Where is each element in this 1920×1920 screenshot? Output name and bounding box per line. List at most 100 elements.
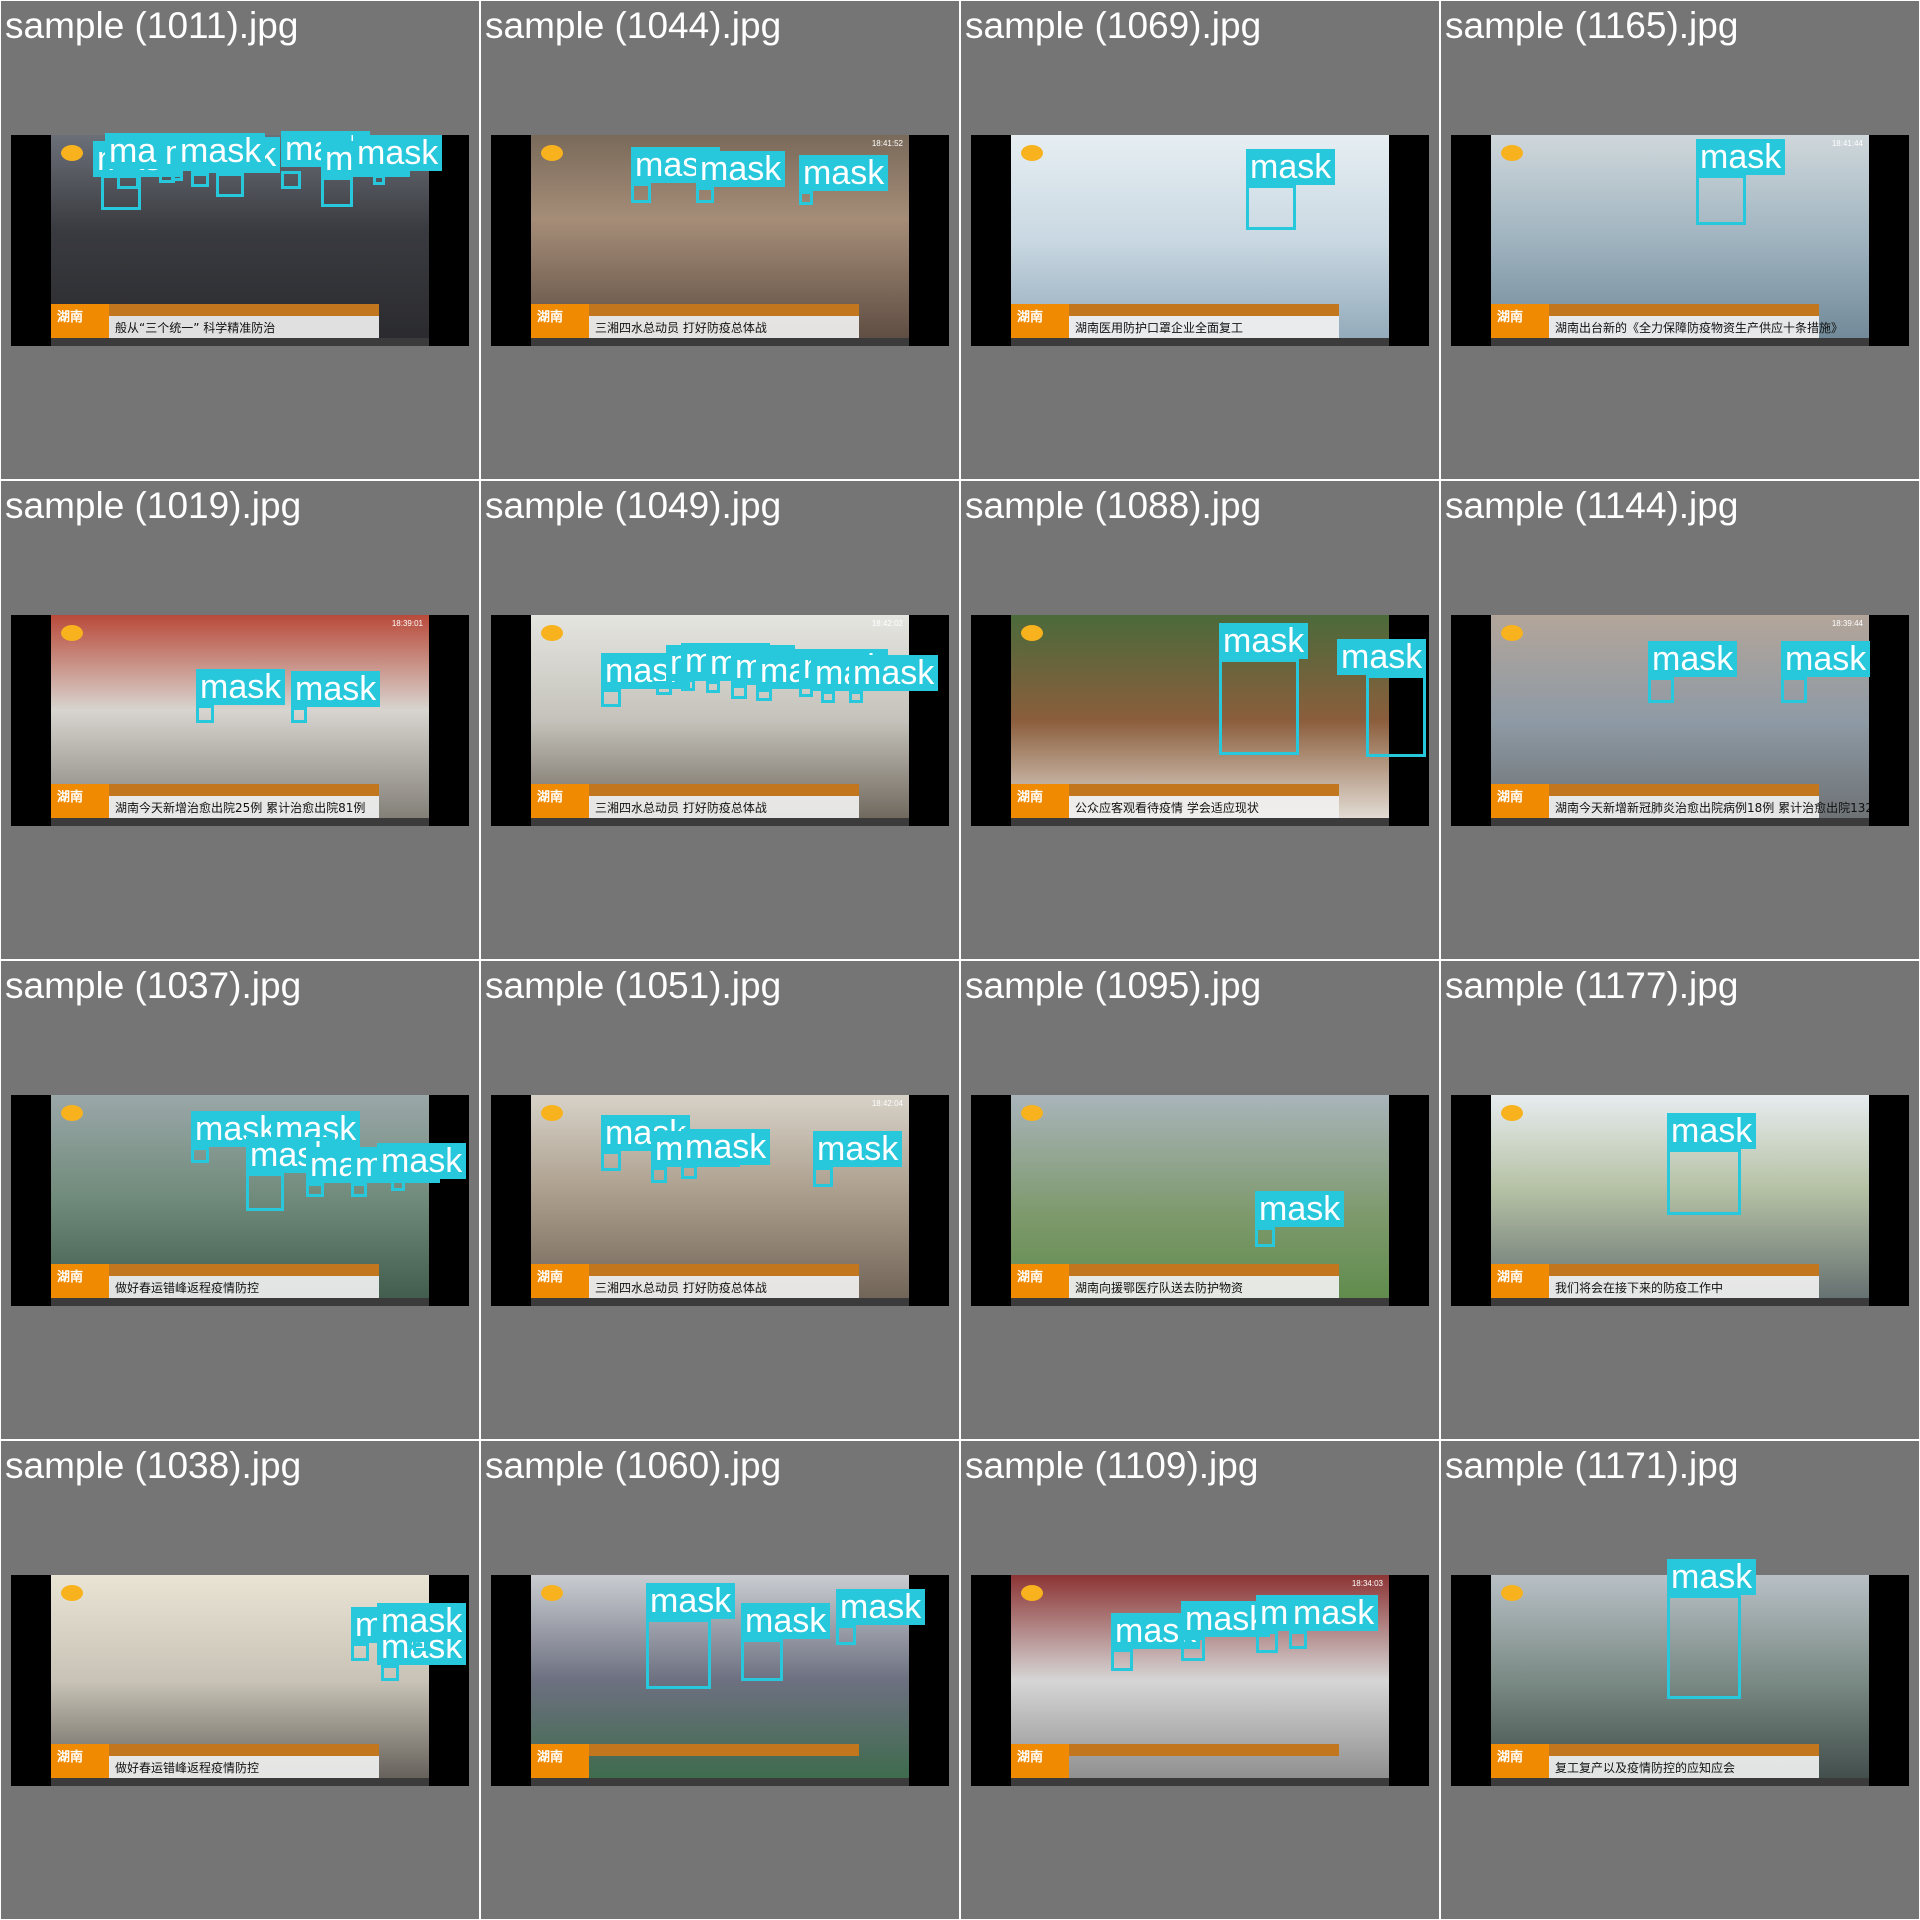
channel-logo-icon: [1021, 145, 1043, 161]
news-tag-label: 湖南: [537, 1270, 564, 1285]
news-tag: 湖南: [1011, 304, 1069, 338]
mask-detection-box: [656, 681, 672, 695]
mask-detection-box: [117, 169, 139, 189]
result-tile: sample (1051).jpg 18:42:04 湖南 三湘四水总动员 打好防疫总…: [481, 961, 959, 1439]
news-ticker: [1491, 1298, 1869, 1306]
slogan-watermark-icon: [1813, 1712, 1859, 1742]
news-tag-label: 湖南: [1017, 310, 1044, 325]
mask-detection-label: mask: [1289, 1595, 1379, 1631]
mask-detection-box: [836, 1625, 856, 1645]
news-ticker: [51, 1298, 429, 1306]
tile-filename: sample (1165).jpg: [1445, 5, 1739, 46]
tile-filename: sample (1109).jpg: [965, 1445, 1259, 1486]
mask-detection-box: [381, 1665, 399, 1681]
news-headline: 湖南向援鄂医疗队送去防护物资: [1075, 1281, 1244, 1295]
news-tag: 湖南: [1491, 784, 1549, 818]
mask-detection-box: [1667, 1595, 1741, 1699]
news-tag-label: 湖南: [1497, 310, 1524, 325]
news-headline: 公众应客观看待疫情 学会适应现状: [1075, 801, 1259, 815]
mask-detection-box: [191, 173, 209, 187]
video-frame: 18:42:04湖南三湘四水总动员 打好防疫总体战maskmaskmaskmas…: [491, 1095, 949, 1306]
news-tag: 湖南: [531, 1744, 589, 1778]
news-tag: 湖南: [531, 1264, 589, 1298]
tile-filename: sample (1088).jpg: [965, 485, 1262, 526]
mask-detection-box: [391, 1179, 405, 1191]
broadcast-clock: 18:39:44: [1831, 619, 1863, 628]
news-ticker: [1011, 818, 1389, 826]
mask-detection-box: [171, 171, 183, 181]
result-tile: sample (1044).jpg 18:41:52 湖南 三湘四水总动员 打好防疫总…: [481, 1, 959, 479]
tile-filename: sample (1011).jpg: [5, 5, 299, 46]
mask-detection-label: mask: [176, 133, 266, 169]
news-headline-bar: 般从“三个统一” 科学精准防治: [109, 316, 379, 338]
mask-detection-label: mask: [799, 155, 889, 191]
mask-detection-box: [321, 177, 353, 207]
mask-detection-box: [651, 1167, 667, 1183]
news-lower-third: 湖南 我们将会在接下来的防疫工作中: [1491, 1264, 1869, 1298]
mask-detection-box: [1256, 1631, 1278, 1653]
slogan-watermark-icon: [853, 752, 899, 782]
video-frame: 湖南般从“三个统一” 科学精准防治maskmaskmaskmaskmaskmas…: [11, 131, 469, 346]
mask-detection-box: [601, 1151, 621, 1171]
news-headline-bar: 湖南出台新的《全力保障防疫物资生产供应十条措施》: [1549, 316, 1843, 338]
news-frame-image: 湖南 公众应客观看待疫情 学会适应现状: [1011, 615, 1389, 826]
news-subtitle-bar: [1549, 1744, 1819, 1756]
slogan-watermark-icon: [1813, 272, 1859, 302]
mask-detection-box: [1181, 1637, 1205, 1661]
video-frame: 18:39:01 湖南 湖南今天新增治愈出院25例 累计治愈出院81例 mask mas…: [11, 615, 469, 826]
video-frame: 18:41:52 湖南 三湘四水总动员 打好防疫总体战 mask mask mask: [491, 135, 949, 346]
video-frame: 湖南 复工复产以及疫情防控的应知应会 mask: [1451, 1559, 1909, 1786]
news-subtitle-bar: [109, 304, 379, 316]
news-ticker: [51, 1778, 429, 1786]
news-headline: 湖南今天新增治愈出院25例 累计治愈出院81例: [115, 801, 366, 815]
news-lower-third: 湖南 复工复产以及疫情防控的应知应会: [1491, 1744, 1869, 1778]
mask-detection-label: mask: [1667, 1113, 1757, 1149]
news-lower-third: 湖南 公众应客观看待疫情 学会适应现状: [1011, 784, 1389, 818]
news-tag-label: 湖南: [57, 1750, 84, 1765]
mask-detection-box: [813, 1167, 833, 1187]
mask-detection-label: mask: [813, 1131, 903, 1167]
channel-logo-icon: [61, 625, 83, 641]
news-ticker: [51, 818, 429, 826]
mask-detection-label: mask: [696, 151, 786, 187]
channel-logo-icon: [1021, 625, 1043, 641]
news-tag-label: 湖南: [1497, 790, 1524, 805]
broadcast-clock: 18:42:04: [871, 1099, 903, 1108]
news-frame-image: 18:42:04 湖南 三湘四水总动员 打好防疫总体战: [531, 1095, 909, 1306]
video-frame: 湖南 湖南医用防护口罩企业全面复工 mask: [971, 135, 1429, 346]
news-tag: 湖南: [1011, 784, 1069, 818]
news-headline-bar: 做好春运错峰返程疫情防控: [109, 1756, 379, 1778]
mask-detection-label: mask: [1696, 139, 1786, 175]
mask-detection-label: mask: [1781, 641, 1871, 677]
news-ticker: [1491, 338, 1869, 346]
video-frame: 18:39:44 湖南 湖南今天新增新冠肺炎治愈出院病例18例 累计治愈出院132例…: [1451, 615, 1909, 826]
news-tag-label: 湖南: [537, 790, 564, 805]
mask-detection-box: [246, 1173, 284, 1211]
mask-detection-box: [413, 1639, 427, 1651]
mask-detection-box: [1366, 675, 1426, 757]
news-headline: 做好春运错峰返程疫情防控: [115, 1761, 260, 1775]
mask-detection-box: [821, 691, 835, 703]
news-ticker: [531, 1778, 909, 1786]
tile-filename: sample (1044).jpg: [485, 5, 782, 46]
news-subtitle-bar: [589, 1744, 859, 1756]
news-tag: 湖南: [51, 304, 109, 338]
channel-logo-icon: [61, 1585, 83, 1601]
mask-detection-box: [306, 1183, 324, 1197]
news-lower-third: 湖南: [1011, 1744, 1389, 1778]
channel-logo-icon: [1021, 1585, 1043, 1601]
news-tag-label: 湖南: [57, 1270, 84, 1285]
video-frame: 湖南 我们将会在接下来的防疫工作中 mask: [1451, 1095, 1909, 1306]
mask-detection-box: [646, 1619, 711, 1689]
channel-logo-icon: [61, 1105, 83, 1121]
result-tile: sample (1095).jpg 湖南 湖南向援鄂医疗队送去防护物资 mask: [961, 961, 1439, 1439]
news-subtitle-bar: [1069, 1264, 1339, 1276]
news-headline: 三湘四水总动员 打好防疫总体战: [595, 801, 767, 815]
mask-detection-box: [351, 1643, 369, 1661]
news-tag-label: 湖南: [1497, 1750, 1524, 1765]
news-subtitle-bar: [109, 1744, 379, 1756]
news-lower-third: 湖南 湖南向援鄂医疗队送去防护物资: [1011, 1264, 1389, 1298]
channel-logo-icon: [541, 625, 563, 641]
news-ticker: [531, 1298, 909, 1306]
channel-logo-icon: [541, 1585, 563, 1601]
